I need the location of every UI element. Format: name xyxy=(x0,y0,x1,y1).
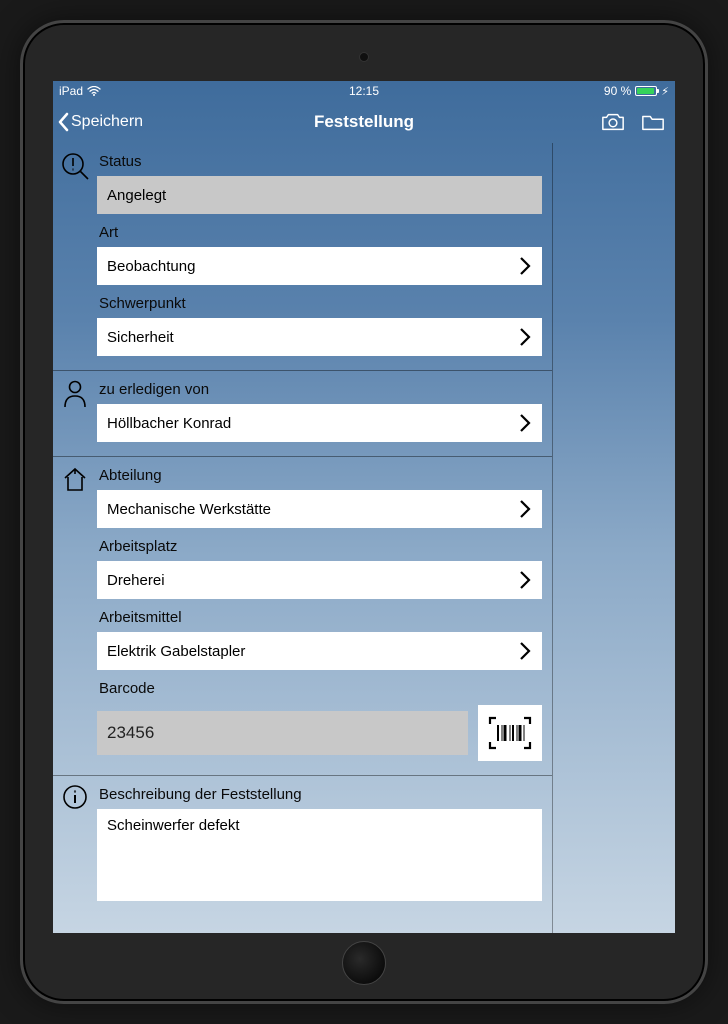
arbeitsmittel-label: Arbeitsmittel xyxy=(97,601,542,632)
chevron-right-icon xyxy=(518,568,532,592)
page-title: Feststellung xyxy=(53,112,675,132)
status-value-text: Angelegt xyxy=(107,187,532,204)
scan-barcode-button[interactable] xyxy=(478,705,542,761)
section-location: Abteilung Mechanische Werkstätte Arbeits… xyxy=(53,457,552,776)
art-value-text: Beobachtung xyxy=(107,258,518,275)
art-label: Art xyxy=(97,216,542,247)
abteilung-picker[interactable]: Mechanische Werkstätte xyxy=(97,490,542,528)
description-text: Scheinwerfer defekt xyxy=(107,817,240,834)
barcode-value: 23456 xyxy=(97,711,468,755)
status-value: Angelegt xyxy=(97,176,542,214)
side-column xyxy=(553,143,675,933)
description-label: Beschreibung der Feststellung xyxy=(97,778,542,809)
responsible-label: zu erledigen von xyxy=(97,373,542,404)
magnifier-alert-icon xyxy=(60,151,90,358)
clock: 12:15 xyxy=(53,84,675,98)
section-responsible: zu erledigen von Höllbacher Konrad xyxy=(53,371,552,457)
back-label: Speichern xyxy=(71,113,143,131)
schwerpunkt-value-text: Sicherheit xyxy=(107,329,518,346)
folder-icon xyxy=(641,112,665,132)
arbeitsmittel-value-text: Elektrik Gabelstapler xyxy=(107,643,518,660)
back-button[interactable]: Speichern xyxy=(57,111,143,133)
arbeitsmittel-picker[interactable]: Elektrik Gabelstapler xyxy=(97,632,542,670)
art-picker[interactable]: Beobachtung xyxy=(97,247,542,285)
arbeitsplatz-picker[interactable]: Dreherei xyxy=(97,561,542,599)
chevron-right-icon xyxy=(518,497,532,521)
chevron-left-icon xyxy=(57,111,71,133)
schwerpunkt-label: Schwerpunkt xyxy=(97,287,542,318)
form-column: Status Angelegt Art Beobachtung xyxy=(53,143,553,933)
screen: iPad 12:15 90 % ⚡︎ Speichern Feststellun… xyxy=(53,81,675,933)
barcode-icon xyxy=(487,715,533,751)
person-icon xyxy=(62,379,88,444)
chevron-right-icon xyxy=(518,411,532,435)
camera-icon xyxy=(601,112,625,132)
folder-button[interactable] xyxy=(641,112,665,132)
description-textarea[interactable]: Scheinwerfer defekt xyxy=(97,809,542,901)
barcode-value-text: 23456 xyxy=(107,723,154,743)
chevron-right-icon xyxy=(518,639,532,663)
info-icon xyxy=(62,784,88,903)
barcode-label: Barcode xyxy=(97,672,542,703)
arbeitsplatz-value-text: Dreherei xyxy=(107,572,518,589)
section-description: Beschreibung der Feststellung Scheinwerf… xyxy=(53,776,552,915)
schwerpunkt-picker[interactable]: Sicherheit xyxy=(97,318,542,356)
section-identification: Status Angelegt Art Beobachtung xyxy=(53,143,552,371)
status-label: Status xyxy=(97,145,542,176)
responsible-picker[interactable]: Höllbacher Konrad xyxy=(97,404,542,442)
content-split: Status Angelegt Art Beobachtung xyxy=(53,143,675,933)
battery-icon xyxy=(635,86,657,96)
house-icon xyxy=(61,465,89,763)
arbeitsplatz-label: Arbeitsplatz xyxy=(97,530,542,561)
status-bar: iPad 12:15 90 % ⚡︎ xyxy=(53,81,675,101)
camera-dot xyxy=(359,52,369,62)
nav-bar: Speichern Feststellung xyxy=(53,101,675,143)
home-button[interactable] xyxy=(342,941,386,985)
camera-button[interactable] xyxy=(601,112,625,132)
chevron-right-icon xyxy=(518,325,532,349)
chevron-right-icon xyxy=(518,254,532,278)
ipad-frame: iPad 12:15 90 % ⚡︎ Speichern Feststellun… xyxy=(20,20,708,1004)
abteilung-value-text: Mechanische Werkstätte xyxy=(107,501,518,518)
responsible-value-text: Höllbacher Konrad xyxy=(107,415,518,432)
abteilung-label: Abteilung xyxy=(97,459,542,490)
